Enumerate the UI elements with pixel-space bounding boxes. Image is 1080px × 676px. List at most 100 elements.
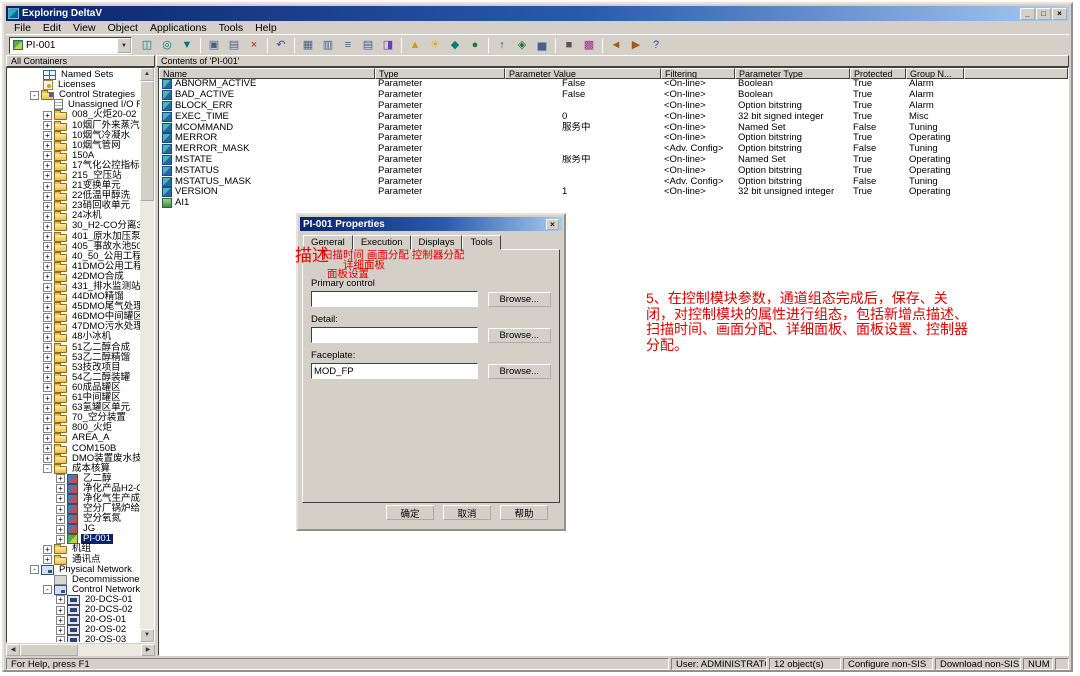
scrollbar-thumb[interactable] [140,81,154,201]
expander-icon[interactable]: + [56,595,65,604]
expander-icon[interactable]: - [30,565,39,574]
help-button[interactable]: ? [647,37,665,54]
tab-tools[interactable]: Tools [462,235,500,250]
expander-icon[interactable]: - [43,464,52,473]
chevron-down-icon[interactable]: ▼ [117,38,131,53]
expander-icon[interactable]: + [43,383,52,392]
dialog-button-1[interactable]: 取消 [443,505,491,520]
column-header-parameter-type[interactable]: Parameter Type [735,68,850,79]
picture-button[interactable]: ▩ [580,37,598,54]
column-header-parameter-value[interactable]: Parameter Value [505,68,661,79]
properties-button[interactable]: ◨ [379,37,397,54]
scrollbar-track[interactable] [78,644,141,656]
column-header-type[interactable]: Type [375,68,505,79]
expander-icon[interactable]: + [43,555,52,564]
expander-icon[interactable]: + [43,161,52,170]
expander-icon[interactable]: + [43,444,52,453]
table-row[interactable]: BAD_ACTIVEParameterFalse<On-line>Boolean… [159,90,1068,101]
alarm-button[interactable]: ▲ [406,37,424,54]
maximize-button[interactable]: □ [1036,8,1051,20]
expander-icon[interactable]: + [43,333,52,342]
copy-button[interactable]: ▣ [205,37,223,54]
paste-button[interactable]: ▤ [225,37,243,54]
scroll-down-icon[interactable]: ▼ [140,629,154,642]
expander-icon[interactable]: - [43,585,52,594]
field-input-0[interactable] [311,291,478,307]
expander-icon[interactable]: + [56,505,65,514]
expander-icon[interactable]: + [56,494,65,503]
browse-button[interactable]: Browse... [488,364,551,379]
expander-icon[interactable]: + [43,141,52,150]
parameter-button[interactable]: ◆ [446,37,464,54]
close-button[interactable]: × [1052,8,1067,20]
expander-icon[interactable]: + [43,293,52,302]
expander-icon[interactable]: + [43,212,52,221]
field-input-1[interactable] [311,327,478,343]
menu-item-view[interactable]: View [67,22,102,34]
scrollbar-thumb[interactable] [20,644,78,656]
view-list-button[interactable]: ≡ [339,37,357,54]
browse-button[interactable]: Browse... [488,328,551,343]
table-row[interactable]: AI1 [159,198,1068,209]
download-globe-button[interactable]: ● [466,37,484,54]
expander-icon[interactable]: + [43,182,52,191]
scroll-left-icon[interactable]: ◀ [6,644,20,656]
table-row[interactable]: MERROR_MASKParameter<Adv. Config>Option … [159,144,1068,155]
column-header-filtering[interactable]: Filtering [661,68,735,79]
tree-item[interactable]: +JG [7,524,140,534]
print-button[interactable]: ■ [560,37,578,54]
expander-icon[interactable]: + [43,131,52,140]
expander-icon[interactable]: + [56,515,65,524]
expander-icon[interactable]: + [43,252,52,261]
table-row[interactable]: BLOCK_ERRParameter<On-line>Option bitstr… [159,101,1068,112]
expander-icon[interactable]: + [43,414,52,423]
view-small-icons-button[interactable]: ▥ [319,37,337,54]
expander-icon[interactable]: + [56,535,65,544]
field-input-2[interactable] [311,363,478,379]
menu-item-tools[interactable]: Tools [213,22,250,34]
expander-icon[interactable]: + [43,323,52,332]
expander-icon[interactable]: + [56,626,65,635]
run-button[interactable]: ▶ [627,37,645,54]
tree-item[interactable]: +AREA_A [7,433,140,443]
menu-item-file[interactable]: File [8,22,37,34]
tree-item[interactable]: +008_火炬20-02 [7,110,140,120]
expander-icon[interactable]: + [43,313,52,322]
dialog-button-2[interactable]: 帮助 [500,505,548,520]
tree-item[interactable]: +30_H2-CO分离30-01 [7,221,140,231]
expander-icon[interactable]: + [43,394,52,403]
expander-icon[interactable]: + [56,474,65,483]
browse-button[interactable]: Browse... [488,292,551,307]
table-row[interactable]: VERSIONParameter1<On-line>32 bit unsigne… [159,187,1068,198]
expander-icon[interactable]: + [43,343,52,352]
expander-icon[interactable]: + [43,111,52,120]
expander-icon[interactable]: + [43,151,52,160]
dialog-close-icon[interactable]: × [546,219,559,230]
expander-icon[interactable]: + [56,484,65,493]
expander-icon[interactable]: + [43,283,52,292]
column-header-protected[interactable]: Protected [850,68,906,79]
title-bar[interactable]: Exploring DeltaV _ □ × [6,6,1069,21]
expander-icon[interactable]: + [43,222,52,231]
expander-icon[interactable]: + [43,202,52,211]
object-combobox[interactable]: PI-001 ▼ [9,37,132,54]
expander-icon[interactable]: + [43,171,52,180]
history-chart-button[interactable]: ▅ [533,37,551,54]
table-row[interactable]: MERRORParameter<On-line>Option bitstring… [159,133,1068,144]
menu-item-help[interactable]: Help [249,22,283,34]
tree-item[interactable]: -成本核算 [7,464,140,474]
expander-icon[interactable]: + [43,232,52,241]
table-row[interactable]: MSTATEParameter服务中<On-line>Named SetTrue… [159,155,1068,166]
expander-icon[interactable]: + [43,262,52,271]
network-status-button[interactable]: ◈ [513,37,531,54]
column-header-name[interactable]: Name [159,68,375,79]
table-row[interactable]: ABNORM_ACTIVEParameterFalse<On-line>Bool… [159,79,1068,90]
expander-icon[interactable]: + [43,363,52,372]
find-button[interactable]: ◎ [158,37,176,54]
view-hierarchy-button[interactable]: ◫ [138,37,156,54]
tree-item[interactable]: +PI-001 [7,534,140,544]
table-row[interactable]: MCOMMANDParameter服务中<On-line>Named SetFa… [159,122,1068,133]
expander-icon[interactable]: - [30,91,39,100]
expander-icon[interactable]: + [43,434,52,443]
expander-icon[interactable]: + [43,192,52,201]
